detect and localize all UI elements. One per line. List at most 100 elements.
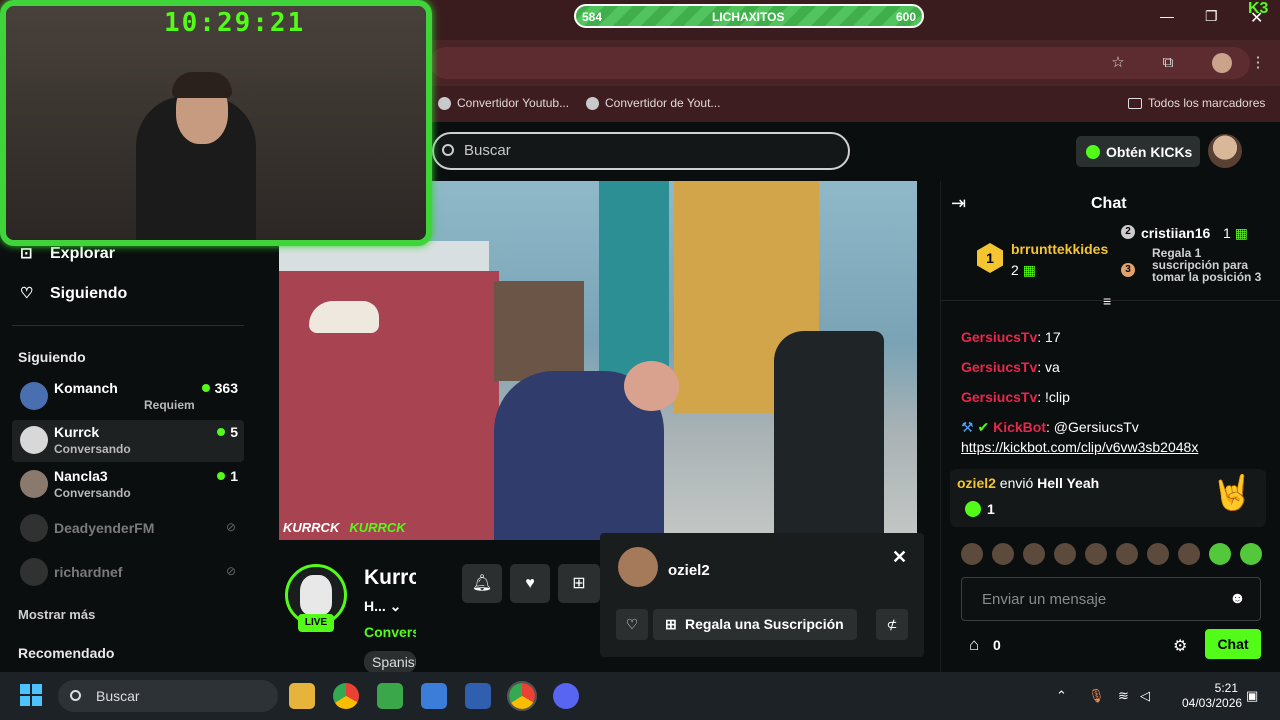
language-tag[interactable]: Spanish: [364, 651, 416, 673]
taskbar-search[interactable]: Buscar: [58, 680, 278, 712]
bookmark-item[interactable]: Convertidor Youtub...: [438, 96, 569, 110]
collapse-chat-icon[interactable]: ⇥: [951, 193, 966, 214]
star-icon[interactable]: ☆: [1110, 55, 1126, 71]
emote[interactable]: [1085, 543, 1107, 565]
volume-icon[interactable]: ◁: [1140, 688, 1150, 704]
live-dot: [217, 428, 226, 436]
facecam-overlay: 10:29:21: [0, 0, 432, 246]
following-item-richardnef[interactable]: richardnef ⊘: [12, 552, 244, 594]
nav-explore[interactable]: ⊡ Explorar: [20, 245, 115, 263]
emote[interactable]: [992, 543, 1014, 565]
app-icon[interactable]: [465, 683, 491, 709]
live-badge: LIVE: [298, 614, 334, 632]
clip-link[interactable]: https://kickbot.com/clip/v6vw3sb2048x: [961, 439, 1198, 455]
profile-avatar[interactable]: [1212, 53, 1232, 73]
gift-sub-button[interactable]: ⊞: [558, 564, 600, 603]
menu-icon[interactable]: ⋮: [1250, 55, 1266, 71]
notification-bell-icon[interactable]: 🔔︎: [462, 564, 502, 603]
minimize-icon[interactable]: —: [1160, 8, 1174, 24]
avatar: [20, 426, 48, 454]
bookmark-item[interactable]: Convertidor de Yout...: [586, 96, 720, 110]
sidebar-divider: [12, 325, 244, 326]
follow-heart-button[interactable]: ♡: [616, 609, 648, 640]
search-icon: [442, 144, 454, 156]
settings-gear-icon[interactable]: ⚙: [1173, 636, 1187, 656]
stream-category[interactable]: Conversando: [364, 624, 416, 640]
gifter-name[interactable]: cristiian16: [1141, 225, 1210, 241]
following-item-komanch[interactable]: Komanch Requiem 363: [12, 376, 244, 418]
expand-icon[interactable]: ≡: [1103, 293, 1111, 309]
following-header: Siguiendo: [18, 349, 86, 365]
offline-icon: ⊘: [225, 564, 236, 578]
mute-mic-icon[interactable]: ⊄: [876, 609, 908, 640]
kick-handle: KURRCK: [349, 520, 406, 535]
chat-panel: ⇥ Chat 1 brrunttekkides 2 ▦ 2 cristiian1…: [940, 181, 1280, 672]
windows-start-icon[interactable]: [20, 684, 42, 706]
emote[interactable]: [1054, 543, 1076, 565]
video-scene: [494, 281, 584, 381]
rank-badge: 2: [1121, 225, 1135, 239]
emote[interactable]: [961, 543, 983, 565]
avatar: [20, 558, 48, 586]
emote[interactable]: [1178, 543, 1200, 565]
chat-message-input[interactable]: Enviar un mensaje: [961, 577, 1261, 621]
search-icon: [70, 690, 81, 701]
user-avatar[interactable]: [1208, 134, 1242, 168]
extensions-icon[interactable]: ⧉: [1160, 55, 1176, 71]
show-more-link[interactable]: Mostrar más: [18, 607, 95, 622]
gifter-count: 2 ▦: [1011, 262, 1036, 278]
clock[interactable]: 5:21 04/03/2026: [1182, 681, 1242, 711]
kicks-balance: 0: [993, 637, 1001, 653]
chrome-icon[interactable]: [333, 683, 359, 709]
emoji-picker-icon[interactable]: ☻: [1229, 590, 1246, 608]
emote[interactable]: [1023, 543, 1045, 565]
notification-icon[interactable]: ▣: [1246, 688, 1258, 704]
store-icon[interactable]: ⌂: [969, 635, 979, 655]
live-dot: [217, 472, 226, 480]
globe-icon: [438, 96, 451, 110]
video-scene: [774, 331, 884, 540]
chat-message: GersiucsTv: 17: [961, 329, 1061, 345]
popup-username[interactable]: oziel2: [668, 562, 710, 579]
address-bar[interactable]: [430, 47, 1250, 79]
stream-title[interactable]: H... ⌄: [364, 598, 401, 615]
gift-kicks-count: 1: [965, 501, 995, 517]
moderator-badge-icon: ⚒: [961, 419, 974, 435]
globe-icon: [586, 96, 599, 110]
goal-current: 584: [582, 10, 603, 24]
chat-message: GersiucsTv: !clip: [961, 389, 1070, 405]
search-input[interactable]: Buscar: [432, 132, 850, 170]
microphone-icon[interactable]: 🎙︎: [1088, 688, 1105, 704]
follow-heart-button[interactable]: ♥: [510, 564, 550, 603]
chevron-up-icon[interactable]: ⌃: [1056, 688, 1067, 704]
nav-following[interactable]: ♡ Siguiendo: [20, 285, 127, 303]
emote[interactable]: [1209, 543, 1231, 565]
gifter-name[interactable]: brrunttekkides: [1011, 241, 1108, 257]
facecam-scene: [172, 72, 232, 98]
chevron-down-icon: ⌄: [389, 598, 402, 614]
photos-icon[interactable]: [421, 683, 447, 709]
following-item-kurrck[interactable]: Kurrck Conversando 5: [12, 420, 244, 462]
all-bookmarks[interactable]: Todos los marcadores: [1128, 96, 1265, 110]
emote[interactable]: [1240, 543, 1262, 565]
goal-target: 600: [895, 10, 916, 24]
emote[interactable]: [1116, 543, 1138, 565]
close-icon[interactable]: ✕: [892, 547, 907, 568]
following-item-nancla3[interactable]: Nancla3 Conversando 1: [12, 464, 244, 506]
chrome-active-icon[interactable]: [507, 681, 537, 711]
app-icon[interactable]: [377, 683, 403, 709]
kick-coin-icon: [1086, 145, 1100, 159]
emote[interactable]: [1147, 543, 1169, 565]
gift-subscription-button[interactable]: ⊞ Regala una Suscripción: [653, 609, 857, 640]
recommended-header: Recomendado: [18, 645, 115, 661]
discord-icon[interactable]: [553, 683, 579, 709]
restore-icon[interactable]: ❐: [1205, 8, 1218, 25]
video-scene: [624, 361, 679, 411]
file-explorer-icon[interactable]: [289, 683, 315, 709]
folder-icon: [1128, 97, 1142, 109]
wifi-icon[interactable]: ≋: [1118, 688, 1129, 704]
live-dot: [201, 384, 210, 392]
send-chat-button[interactable]: Chat: [1205, 629, 1261, 659]
channel-name[interactable]: Kurrck: [364, 566, 416, 590]
following-item-deadyenderfm[interactable]: DeadyenderFM ⊘: [12, 508, 244, 550]
